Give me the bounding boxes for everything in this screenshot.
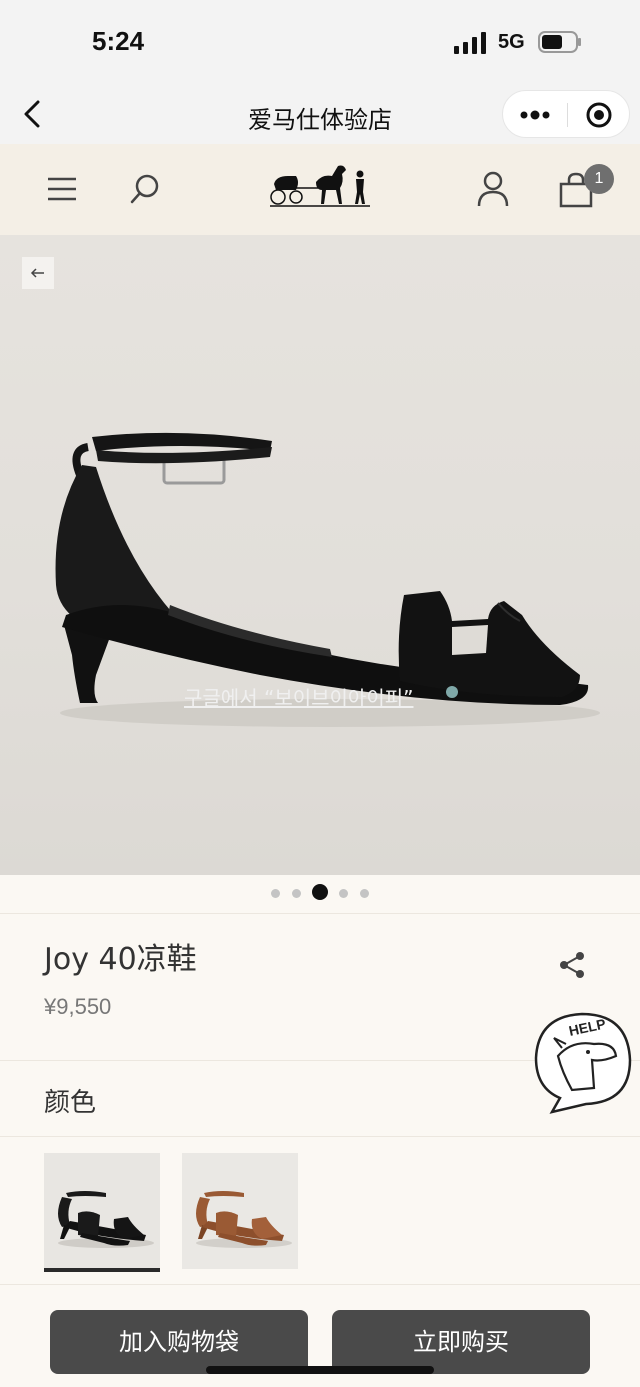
carriage-logo-icon[interactable] <box>266 160 374 208</box>
color-swatch-black[interactable] <box>44 1153 160 1269</box>
product-price: ¥9,550 <box>44 994 112 1019</box>
signal-icon <box>454 32 486 54</box>
product-name: Joy 40凉鞋 <box>44 942 197 977</box>
divider <box>0 1284 640 1285</box>
black-sandal-image <box>55 432 600 727</box>
site-header <box>0 144 640 235</box>
hamburger-menu-icon[interactable] <box>46 174 78 204</box>
color-swatch-tan[interactable] <box>182 1153 298 1269</box>
divider <box>0 913 640 914</box>
battery-icon <box>538 31 581 53</box>
share-icon[interactable] <box>558 950 586 980</box>
page-dot-active[interactable] <box>312 884 328 900</box>
search-icon[interactable] <box>128 172 162 206</box>
add-to-bag-button[interactable]: 加入购物袋 <box>50 1310 308 1374</box>
cart-count-badge: 1 <box>584 164 614 194</box>
watermark-link[interactable]: 구글에서 “보이브이아이피” <box>184 682 413 711</box>
tan-sandal-thumbnail <box>196 1191 292 1248</box>
color-section-label: 颜色 <box>44 1088 97 1118</box>
clock: 5:24 <box>92 26 145 56</box>
user-icon[interactable] <box>476 170 510 208</box>
status-bar: 5:24 5G <box>0 0 640 84</box>
page-dot[interactable] <box>360 889 369 898</box>
mini-program-nav: 爱马仕体验店 <box>0 84 640 144</box>
selected-swatch-indicator <box>44 1268 160 1272</box>
home-indicator[interactable] <box>206 1366 434 1374</box>
page-dot[interactable] <box>271 889 280 898</box>
network-type: 5G <box>498 31 525 53</box>
gallery-pagination <box>0 875 640 913</box>
page-dot[interactable] <box>339 889 348 898</box>
capsule-menu <box>502 90 630 138</box>
more-dots-icon[interactable] <box>519 105 551 125</box>
target-circle-icon[interactable] <box>585 101 613 129</box>
black-sandal-thumbnail <box>58 1191 154 1248</box>
buy-now-button[interactable]: 立即购买 <box>332 1310 590 1374</box>
product-image-gallery[interactable]: 구글에서 “보이브이아이피” <box>0 235 640 875</box>
page-dot[interactable] <box>292 889 301 898</box>
help-chat-icon[interactable]: HELP <box>532 1010 634 1116</box>
capsule-divider <box>567 103 568 127</box>
divider <box>0 1136 640 1137</box>
watermark-dot <box>446 686 458 698</box>
